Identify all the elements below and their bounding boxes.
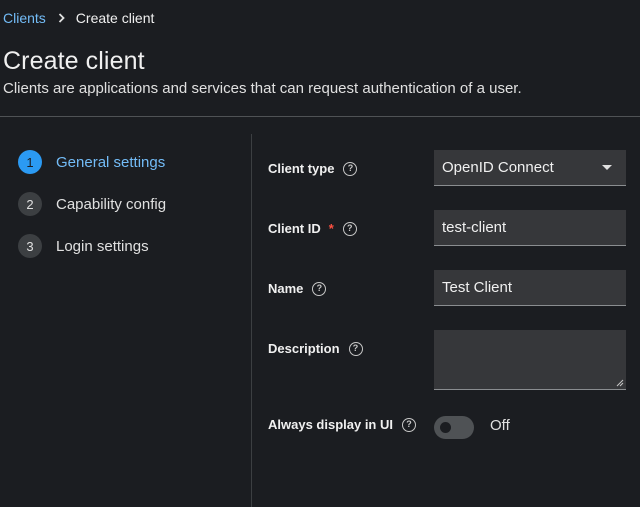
header-divider [0, 116, 640, 117]
description-label: Description ? [268, 341, 363, 356]
client-id-label-text: Client ID [268, 221, 321, 236]
page-subtitle: Clients are applications and services th… [3, 80, 522, 97]
name-value: Test Client [442, 279, 513, 296]
toggle-state-text: Off [490, 417, 510, 434]
chevron-right-icon [58, 13, 65, 23]
client-id-input[interactable]: test-client [434, 210, 626, 246]
toggle-knob [440, 422, 451, 433]
help-icon[interactable]: ? [402, 417, 416, 432]
client-type-label-text: Client type [268, 161, 335, 176]
name-label: Name ? [268, 281, 327, 296]
description-textarea[interactable] [434, 330, 626, 390]
name-label-text: Name [268, 281, 304, 296]
client-id-value: test-client [442, 219, 507, 236]
vertical-divider [251, 134, 252, 507]
resize-handle-icon[interactable] [616, 379, 624, 387]
step-number: 3 [18, 234, 42, 258]
step-capability-config[interactable]: 2 Capability config [18, 192, 166, 216]
always-display-label: Always display in UI ? [268, 417, 416, 432]
help-icon[interactable]: ? [342, 221, 357, 236]
description-label-text: Description [268, 341, 340, 356]
caret-down-icon [602, 165, 612, 170]
step-login-settings[interactable]: 3 Login settings [18, 234, 166, 258]
client-type-value: OpenID Connect [442, 159, 554, 176]
client-type-select[interactable]: OpenID Connect [434, 150, 626, 186]
help-icon[interactable]: ? [343, 161, 358, 176]
name-input[interactable]: Test Client [434, 270, 626, 306]
always-display-label-text: Always display in UI [268, 417, 393, 432]
page-title: Create client [3, 47, 145, 75]
step-label: General settings [56, 153, 166, 171]
client-type-label: Client type ? [268, 161, 358, 176]
breadcrumb: Clients Create client [3, 10, 154, 26]
breadcrumb-clients-link[interactable]: Clients [3, 10, 46, 26]
always-display-toggle[interactable] [434, 416, 474, 439]
client-id-label: Client ID * ? [268, 221, 357, 236]
step-label: Capability config [56, 195, 167, 213]
help-icon[interactable]: ? [348, 341, 363, 356]
help-icon[interactable]: ? [312, 281, 327, 296]
step-label: Login settings [56, 237, 149, 255]
breadcrumb-current: Create client [75, 10, 155, 26]
required-asterisk: * [328, 221, 334, 236]
step-number: 2 [18, 192, 42, 216]
step-general-settings[interactable]: 1 General settings [18, 150, 166, 174]
step-number: 1 [18, 150, 42, 174]
wizard-steps: 1 General settings 2 Capability config 3… [18, 150, 166, 276]
